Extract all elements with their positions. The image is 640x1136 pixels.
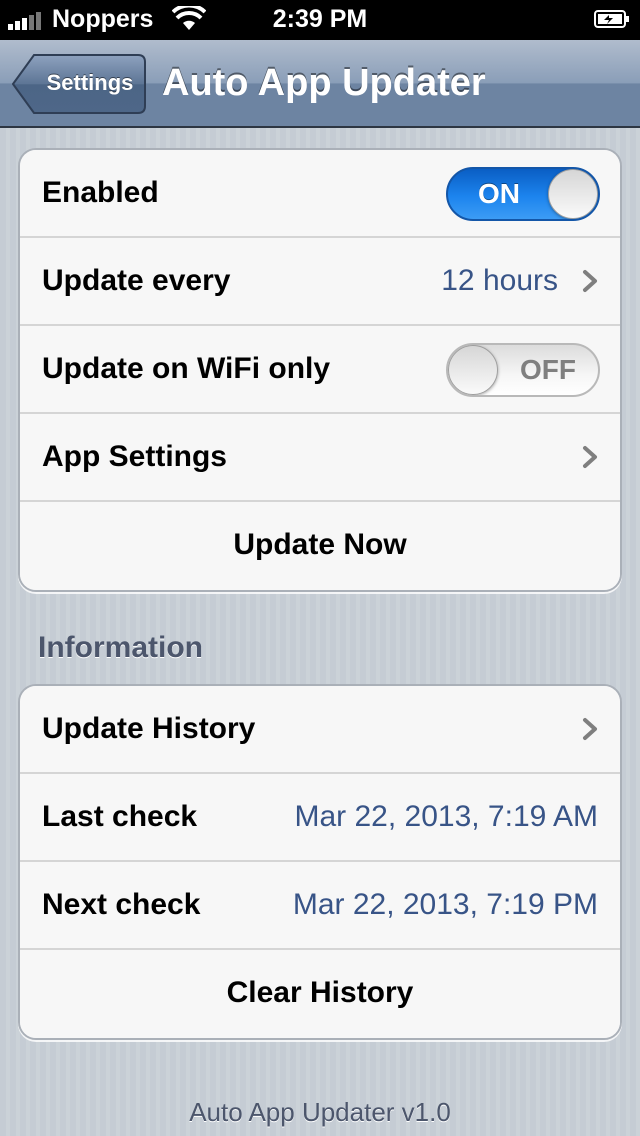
- battery-charging-icon: [594, 10, 629, 28]
- update-every-label: Update every: [42, 264, 231, 297]
- update-history-row[interactable]: Update History: [20, 686, 620, 774]
- status-bar: Noppers 2:39 PM: [0, 0, 640, 40]
- wifi-only-label: Update on WiFi only: [42, 352, 331, 385]
- update-now-label: Update Now: [233, 528, 407, 561]
- settings-group: Enabled ON Update every 12 hours Update …: [18, 148, 622, 592]
- back-button[interactable]: Settings: [12, 54, 146, 114]
- toggle-knob: [448, 345, 498, 395]
- wifi-only-toggle-text: OFF: [520, 354, 576, 385]
- next-check-label: Next check: [42, 888, 201, 921]
- chevron-right-icon: [583, 446, 597, 468]
- enabled-toggle[interactable]: ON: [446, 167, 600, 221]
- enabled-label: Enabled: [42, 176, 159, 209]
- update-history-label: Update History: [42, 712, 256, 745]
- information-group: Update History Last check Mar 22, 2013, …: [18, 684, 622, 1040]
- enabled-row: Enabled ON: [20, 150, 620, 238]
- toggle-knob: [548, 169, 598, 219]
- chevron-right-icon: [583, 718, 597, 740]
- next-check-row: Next check Mar 22, 2013, 7:19 PM: [20, 862, 620, 950]
- last-check-row: Last check Mar 22, 2013, 7:19 AM: [20, 774, 620, 862]
- wifi-only-row: Update on WiFi only OFF: [20, 326, 620, 414]
- wifi-only-toggle[interactable]: OFF: [446, 343, 600, 397]
- version-footer: Auto App Updater v1.0: [189, 1097, 451, 1127]
- app-settings-label: App Settings: [42, 440, 227, 473]
- navigation-bar: Settings Auto App Updater: [0, 40, 640, 128]
- last-check-label: Last check: [42, 800, 198, 833]
- chevron-right-icon: [583, 270, 597, 292]
- update-every-value: 12 hours: [441, 264, 558, 297]
- last-check-value: Mar 22, 2013, 7:19 AM: [294, 800, 598, 833]
- status-time: 2:39 PM: [272, 5, 368, 33]
- back-button-label: Settings: [46, 70, 134, 95]
- page-title: Auto App Updater: [162, 62, 486, 104]
- clear-history-button[interactable]: Clear History: [20, 950, 620, 1038]
- enabled-toggle-text: ON: [478, 178, 520, 209]
- update-now-button[interactable]: Update Now: [20, 502, 620, 590]
- clear-history-label: Clear History: [226, 976, 414, 1009]
- update-every-row[interactable]: Update every 12 hours: [20, 238, 620, 326]
- app-settings-row[interactable]: App Settings: [20, 414, 620, 502]
- next-check-value: Mar 22, 2013, 7:19 PM: [292, 888, 598, 921]
- information-section-header: Information: [38, 631, 203, 664]
